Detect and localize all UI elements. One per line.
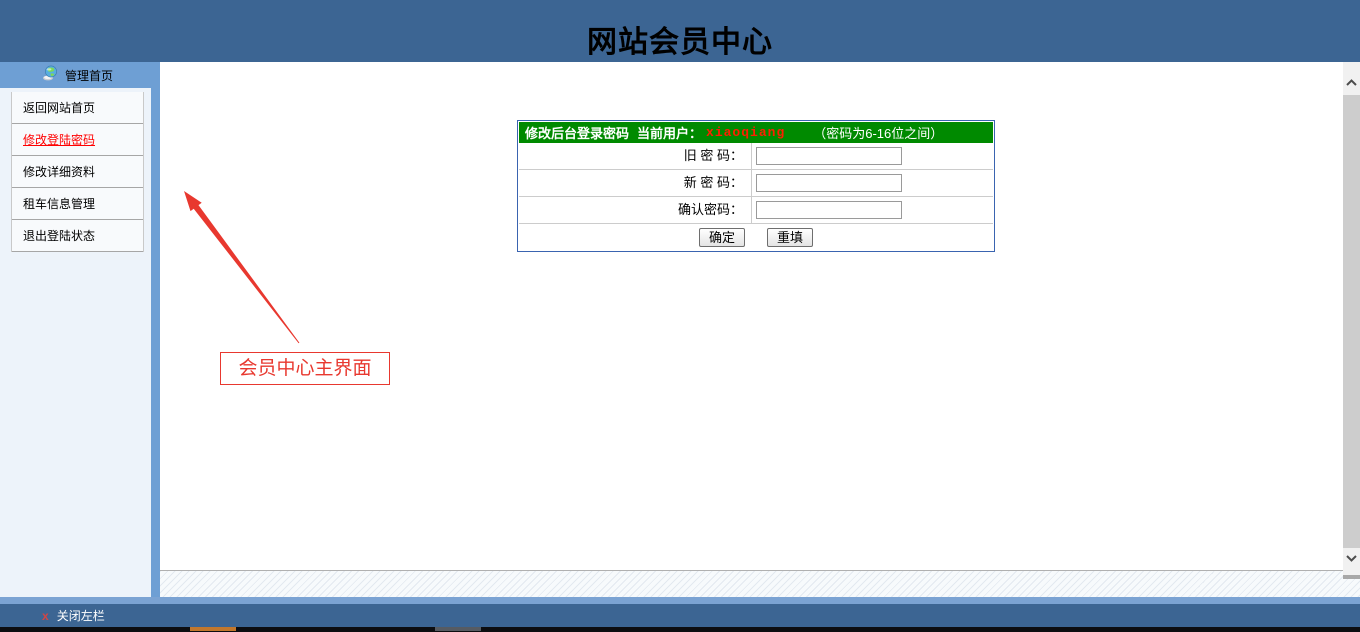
- old-password-input[interactable]: [756, 147, 902, 165]
- form-buttons-row: 确定 重填: [519, 224, 993, 250]
- confirm-password-row: 确认密码：: [519, 197, 993, 224]
- close-left-panel-label: 关闭左栏: [56, 609, 105, 623]
- close-left-panel-control[interactable]: x 关闭左栏: [0, 604, 1360, 627]
- annotation-label-box: 会员中心主界面: [220, 352, 390, 385]
- old-password-row: 旧 密 码：: [519, 143, 993, 170]
- page: 网站会员中心 管理首页 返回网站首页 修改登陆密码 修改详细资料 租车信息管理: [0, 0, 1360, 632]
- current-user-label: 当前用户：: [637, 126, 703, 141]
- sidebar-item-logout[interactable]: 退出登陆状态: [12, 220, 143, 252]
- confirm-password-label: 确认密码：: [519, 197, 752, 223]
- red-arrow-annotation-icon: [184, 191, 300, 344]
- sidebar-item-edit-profile[interactable]: 修改详细资料: [12, 156, 143, 188]
- sidebar: 管理首页 返回网站首页 修改登陆密码 修改详细资料 租车信息管理 退出登陆状态: [0, 62, 160, 597]
- taskbar-segment-gray: [435, 627, 481, 631]
- close-x-icon: x: [42, 608, 49, 623]
- chevron-down-icon[interactable]: [1343, 548, 1360, 568]
- sidebar-header-label: 管理首页: [65, 68, 114, 83]
- new-password-row: 新 密 码：: [519, 170, 993, 197]
- taskbar-edge: [0, 627, 1360, 632]
- page-title: 网站会员中心: [587, 26, 773, 59]
- scrollbar-thumb[interactable]: [1343, 95, 1360, 548]
- reset-button[interactable]: 重填: [767, 227, 813, 247]
- sidebar-right-strip: [151, 88, 160, 597]
- vertical-scrollbar[interactable]: [1343, 62, 1360, 575]
- main-content: 修改后台登录密码 当前用户： xiaoqiang （密码为6-16位之间） 旧 …: [160, 62, 1343, 570]
- bottom-light-strip: [0, 597, 1360, 604]
- frame-bottom-strip: [160, 570, 1360, 597]
- taskbar-segment-orange: [190, 627, 236, 631]
- sidebar-item-change-password[interactable]: 修改登陆密码: [12, 124, 143, 156]
- chevron-up-icon[interactable]: [1343, 72, 1360, 92]
- confirm-password-input[interactable]: [756, 201, 902, 219]
- top-header-bar: 网站会员中心: [0, 0, 1360, 62]
- new-password-label: 新 密 码：: [519, 170, 752, 196]
- current-user-value: xiaoqiang: [706, 125, 786, 140]
- submit-button[interactable]: 确定: [699, 227, 745, 247]
- password-hint: （密码为6-16位之间）: [813, 126, 944, 141]
- scrollbar-bottom-notch: [1343, 575, 1360, 579]
- globe-monitor-icon: [42, 65, 58, 86]
- new-password-input[interactable]: [756, 174, 902, 192]
- form-header: 修改后台登录密码 当前用户： xiaoqiang （密码为6-16位之间）: [519, 122, 993, 143]
- sidebar-header-home[interactable]: 管理首页: [0, 62, 160, 88]
- old-password-label: 旧 密 码：: [519, 143, 752, 169]
- form-title: 修改后台登录密码: [525, 126, 630, 141]
- sidebar-menu: 返回网站首页 修改登陆密码 修改详细资料 租车信息管理 退出登陆状态: [11, 92, 144, 252]
- change-password-form: 修改后台登录密码 当前用户： xiaoqiang （密码为6-16位之间） 旧 …: [517, 120, 995, 252]
- sidebar-item-return-home[interactable]: 返回网站首页: [12, 92, 143, 124]
- sidebar-item-rental-management[interactable]: 租车信息管理: [12, 188, 143, 220]
